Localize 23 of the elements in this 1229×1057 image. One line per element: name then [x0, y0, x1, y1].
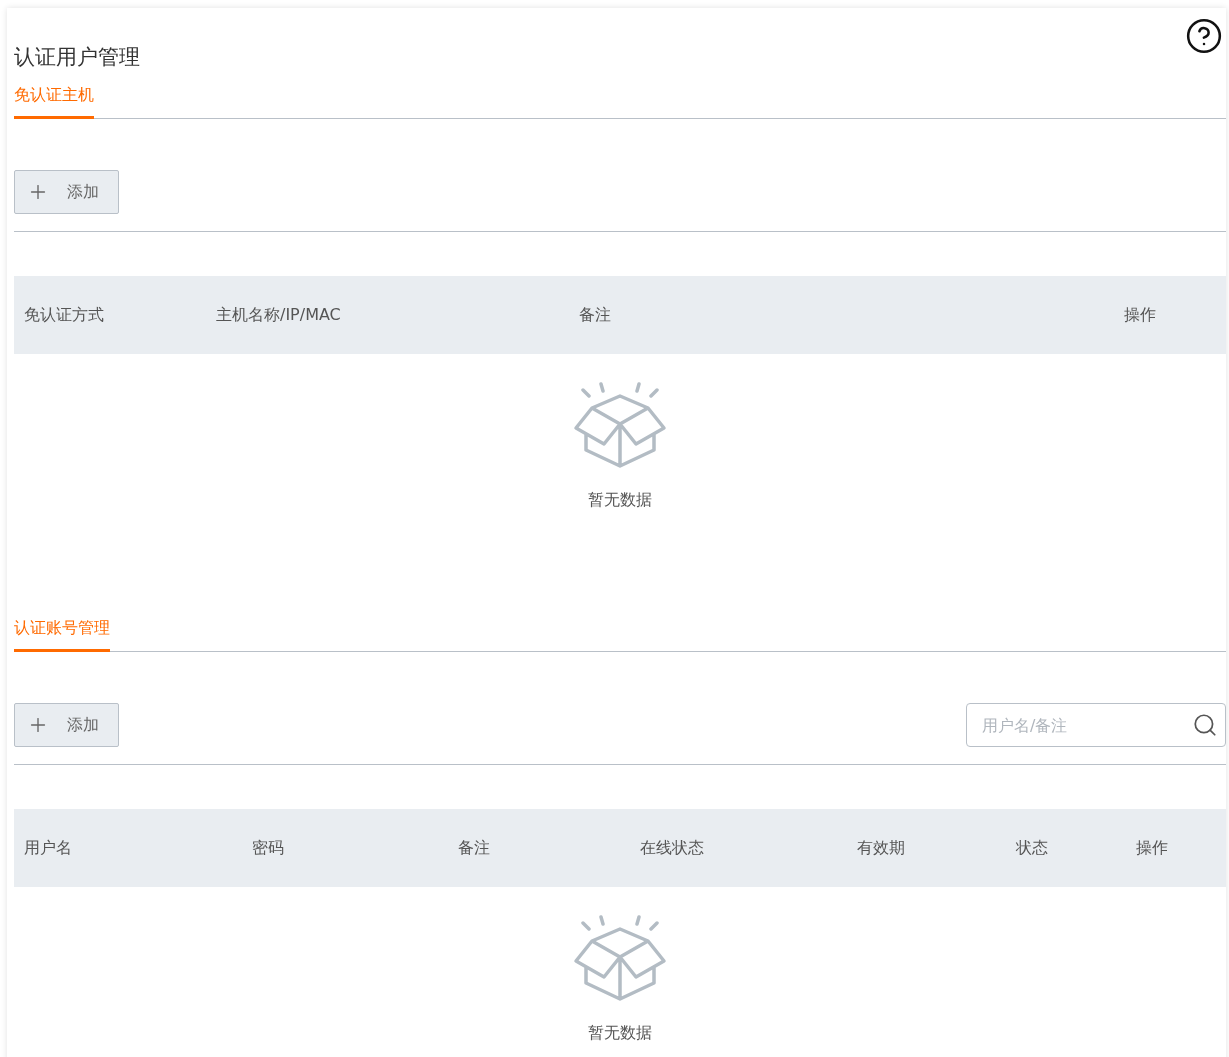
column-header: 主机名称/IP/MAC — [215, 304, 342, 326]
column-header: 用户名 — [23, 837, 73, 859]
column-header: 操作 — [1135, 837, 1169, 859]
column-header: 密码 — [251, 837, 285, 859]
empty-message: 暂无数据 — [588, 1023, 652, 1044]
add-button[interactable]: 添加 — [14, 170, 119, 214]
help-icon[interactable] — [1185, 17, 1223, 55]
page-title: 认证用户管理 — [14, 44, 140, 71]
section-tab[interactable]: 认证账号管理 — [14, 617, 110, 652]
column-header: 在线状态 — [639, 837, 705, 859]
empty-message: 暂无数据 — [588, 490, 652, 511]
column-header: 备注 — [578, 304, 612, 326]
search-icon[interactable] — [1192, 712, 1218, 738]
empty-box-icon — [573, 915, 667, 1001]
empty-box-icon — [573, 382, 667, 468]
search-field[interactable]: 用户名/备注 — [966, 703, 1226, 747]
column-header: 备注 — [457, 837, 491, 859]
column-header: 状态 — [1015, 837, 1049, 859]
section-tab[interactable]: 免认证主机 — [14, 84, 94, 119]
column-header: 有效期 — [856, 837, 906, 859]
column-header: 免认证方式 — [23, 304, 105, 326]
add-button[interactable]: 添加 — [14, 703, 119, 747]
column-header: 操作 — [1123, 304, 1157, 326]
